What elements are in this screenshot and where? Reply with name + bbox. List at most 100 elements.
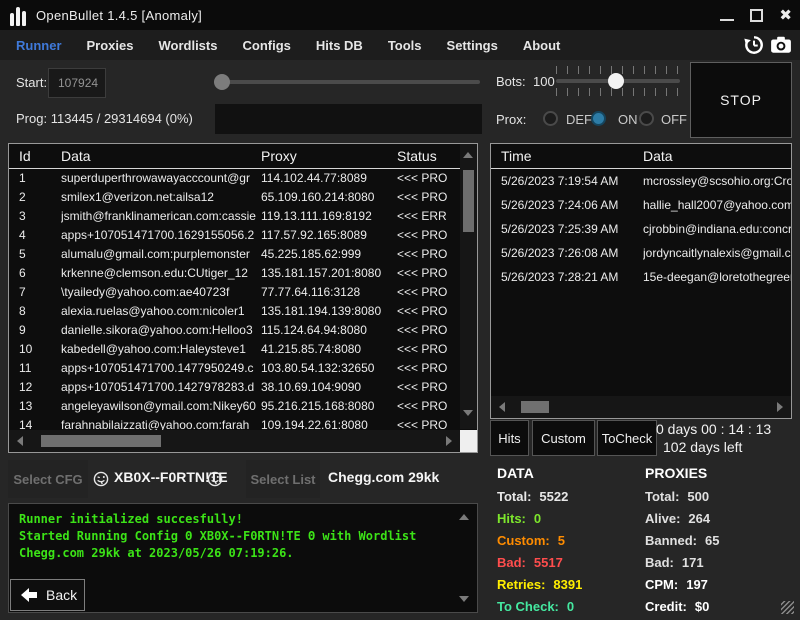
stat-proxy-alive: Alive:264 <box>645 511 719 533</box>
log-line: Runner initialized succesfully! <box>19 511 467 528</box>
cell-time: 5/26/2023 7:25:39 AM <box>501 217 643 241</box>
hit-row[interactable]: 5/26/2023 7:28:21 AM15e-deegan@loretothe… <box>491 265 791 289</box>
cell-data: smilex1@verizon.net:ailsa12 <box>61 188 261 207</box>
menu-item-proxies[interactable]: Proxies <box>87 38 134 53</box>
stat-credit: Credit:$0 <box>645 599 719 620</box>
cell-time: 5/26/2023 7:24:06 AM <box>501 193 643 217</box>
cell-proxy: 117.57.92.165:8089 <box>261 226 397 245</box>
menu-item-settings[interactable]: Settings <box>447 38 498 53</box>
resize-grip[interactable] <box>781 601 794 614</box>
cell-data: apps+107051471700.1629155056.2 <box>61 226 261 245</box>
col-data[interactable]: Data <box>643 144 791 168</box>
cell-id: 11 <box>19 359 61 378</box>
cell-time: 5/26/2023 7:28:21 AM <box>501 265 643 289</box>
prox-radio-on[interactable] <box>591 111 606 126</box>
cell-id: 7 <box>19 283 61 302</box>
result-row[interactable]: 2smilex1@verizon.net:ailsa1265.109.160.2… <box>9 188 477 207</box>
menu-item-runner[interactable]: Runner <box>16 38 62 53</box>
result-row[interactable]: 4apps+107051471700.1629155056.2117.57.92… <box>9 226 477 245</box>
scroll-thumb[interactable] <box>463 170 474 232</box>
hit-row[interactable]: 5/26/2023 7:25:39 AMcjrobbin@indiana.edu… <box>491 217 791 241</box>
menu-item-configs[interactable]: Configs <box>242 38 290 53</box>
back-arrow-icon <box>20 587 39 603</box>
results-vertical-scrollbar[interactable] <box>460 144 477 429</box>
data-stats-title: DATA <box>497 465 582 481</box>
scroll-right-icon[interactable] <box>446 436 452 446</box>
scroll-up-icon[interactable] <box>463 152 473 158</box>
wink-face-icon <box>93 471 109 487</box>
select-cfg-button[interactable]: Select CFG <box>8 460 88 498</box>
close-icon[interactable]: ✖ <box>779 8 792 23</box>
hits-horizontal-scrollbar[interactable] <box>491 396 791 418</box>
scrollbar-corner <box>460 430 477 452</box>
col-id[interactable]: Id <box>19 144 61 168</box>
menubar: Runner Proxies Wordlists Configs Hits DB… <box>0 30 800 60</box>
results-horizontal-scrollbar[interactable] <box>9 430 460 452</box>
prox-radio-off-label[interactable]: OFF <box>661 112 687 127</box>
result-row[interactable]: 8alexia.ruelas@yahoo.com:nicoler1135.181… <box>9 302 477 321</box>
menu-item-wordlists[interactable]: Wordlists <box>158 38 217 53</box>
prox-radio-def[interactable] <box>543 111 558 126</box>
stat-tocheck: To Check:0 <box>497 599 582 620</box>
result-row[interactable]: 9danielle.sikora@yahoo.com:Helloo3115.12… <box>9 321 477 340</box>
start-slider-thumb[interactable] <box>214 74 230 90</box>
wink-face-icon <box>207 471 223 487</box>
cell-proxy: 115.124.64.94:8080 <box>261 321 397 340</box>
col-proxy[interactable]: Proxy <box>261 144 397 168</box>
minimize-icon[interactable] <box>720 19 734 21</box>
result-row[interactable]: 13angeleyawilson@ymail.com:Nikey6095.216… <box>9 397 477 416</box>
cell-proxy: 114.102.44.77:8089 <box>261 169 397 188</box>
cell-proxy: 45.225.185.62:999 <box>261 245 397 264</box>
cell-data: kabedell@yahoo.com:Haleysteve1 <box>61 340 261 359</box>
cell-data: cjrobbin@indiana.edu:concret <box>643 217 791 241</box>
scroll-thumb[interactable] <box>521 401 549 413</box>
scroll-left-icon[interactable] <box>17 436 23 446</box>
prox-radio-on-label[interactable]: ON <box>618 112 638 127</box>
start-input[interactable] <box>48 68 106 98</box>
back-button[interactable]: Back <box>10 579 85 611</box>
stat-custom: Custom:5 <box>497 533 582 555</box>
log-line: Started Running Config Θ XB0X--F0RTN!TE … <box>19 528 467 545</box>
result-row[interactable]: 6krkenne@clemson.edu:CUtiger_12135.181.1… <box>9 264 477 283</box>
scroll-left-icon[interactable] <box>499 402 505 412</box>
bots-slider-thumb[interactable] <box>608 73 624 89</box>
result-row[interactable]: 3jsmith@franklinamerican.com:cassie119.1… <box>9 207 477 226</box>
cell-proxy: 119.13.111.169:8192 <box>261 207 397 226</box>
menu-item-hitsdb[interactable]: Hits DB <box>316 38 363 53</box>
tab-tocheck[interactable]: ToCheck <box>597 420 657 456</box>
cell-data: \tyailedy@yahoo.com:ae40723f <box>61 283 261 302</box>
hit-row[interactable]: 5/26/2023 7:26:08 AMjordyncaitlynalexis@… <box>491 241 791 265</box>
camera-icon[interactable] <box>770 34 792 56</box>
col-data[interactable]: Data <box>61 144 261 168</box>
hit-row[interactable]: 5/26/2023 7:24:06 AMhallie_hall2007@yaho… <box>491 193 791 217</box>
menu-item-tools[interactable]: Tools <box>388 38 422 53</box>
prox-radio-off[interactable] <box>639 111 654 126</box>
history-clock-icon[interactable] <box>743 34 765 56</box>
cell-proxy: 103.80.54.132:32650 <box>261 359 397 378</box>
result-row[interactable]: 5alumalu@gmail.com:purplemonster45.225.1… <box>9 245 477 264</box>
maximize-icon[interactable] <box>750 9 763 22</box>
data-stats: DATA Total:5522 Hits:0 Custom:5 Bad:5517… <box>497 465 582 620</box>
result-row[interactable]: 7\tyailedy@yahoo.com:ae40723f77.77.64.11… <box>9 283 477 302</box>
prox-radio-def-label[interactable]: DEF <box>566 112 592 127</box>
log-scroll-up-icon[interactable] <box>459 514 469 520</box>
scroll-thumb[interactable] <box>41 435 161 447</box>
result-row[interactable]: 1superduperthrowawayacccount@gr114.102.4… <box>9 169 477 188</box>
scroll-right-icon[interactable] <box>777 402 783 412</box>
bots-slider-ticks-bottom <box>556 88 680 96</box>
result-row[interactable]: 11apps+107051471700.1477950249.c103.80.5… <box>9 359 477 378</box>
stop-button[interactable]: STOP <box>690 62 792 138</box>
start-slider[interactable] <box>214 80 480 84</box>
menu-item-about[interactable]: About <box>523 38 561 53</box>
tab-hits[interactable]: Hits <box>490 420 529 456</box>
result-row[interactable]: 10kabedell@yahoo.com:Haleysteve141.215.8… <box>9 340 477 359</box>
log-scroll-down-icon[interactable] <box>459 596 469 602</box>
select-list-button[interactable]: Select List <box>246 460 320 498</box>
proxies-stats: PROXIES Total:500 Alive:264 Banned:65 Ba… <box>645 465 719 620</box>
col-time[interactable]: Time <box>501 144 643 168</box>
scroll-down-icon[interactable] <box>463 410 473 416</box>
result-row[interactable]: 12apps+107051471700.1427978283.d38.10.69… <box>9 378 477 397</box>
tab-custom[interactable]: Custom <box>532 420 595 456</box>
cell-data: superduperthrowawayacccount@gr <box>61 169 261 188</box>
hit-row[interactable]: 5/26/2023 7:19:54 AMmcrossley@scsohio.or… <box>491 169 791 193</box>
